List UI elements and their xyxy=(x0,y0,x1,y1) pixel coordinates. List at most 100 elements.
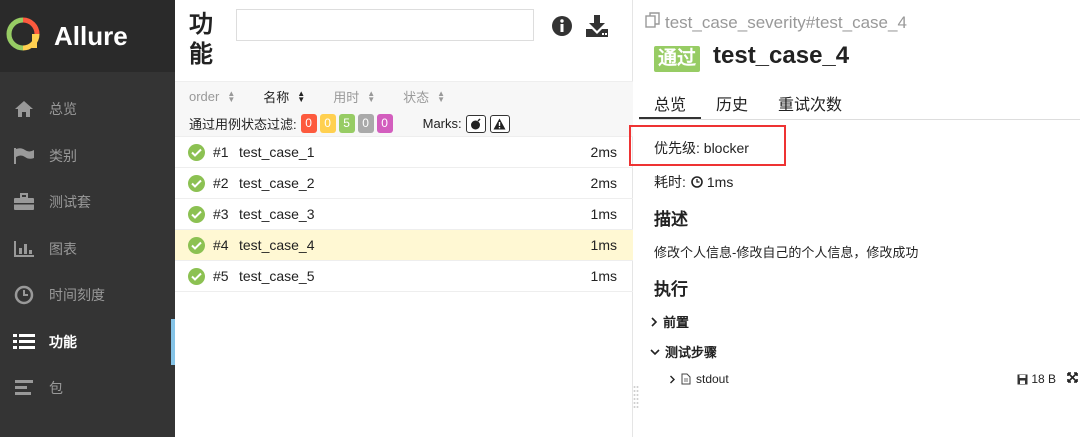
download-icon[interactable] xyxy=(585,14,609,43)
breadcrumb[interactable]: test_case_severity#test_case_4 xyxy=(645,12,907,33)
file-icon xyxy=(681,373,691,385)
marks-label: Marks: xyxy=(422,116,462,131)
passed-check-icon xyxy=(188,236,205,254)
copy-icon[interactable] xyxy=(645,12,661,33)
chevron-right-icon xyxy=(669,375,676,384)
info-icon[interactable] xyxy=(552,16,572,41)
bar-chart-icon xyxy=(12,239,36,259)
allure-logo-icon xyxy=(6,17,40,56)
row-number: #2 xyxy=(213,175,229,191)
row-name: test_case_1 xyxy=(239,144,315,160)
sidebar-item-behaviors[interactable]: 功能 xyxy=(0,318,175,366)
sort-arrows-icon: ▲ ▼ xyxy=(297,88,306,104)
chevron-down-icon xyxy=(650,348,660,356)
briefcase-icon xyxy=(12,192,36,212)
filter-broken-badge[interactable]: 0 xyxy=(319,114,336,133)
row-duration: 2ms xyxy=(590,175,617,191)
sidebar-item-label: 类别 xyxy=(49,147,77,164)
sidebar-item-suites[interactable]: 测试套 xyxy=(0,179,175,226)
sidebar-item-label: 包 xyxy=(49,380,63,397)
expand-icon[interactable] xyxy=(1067,372,1078,386)
search-input[interactable] xyxy=(236,9,534,41)
passed-check-icon xyxy=(188,174,205,192)
description-text: 修改个人信息-修改自己的个人信息，修改成功 xyxy=(654,245,919,260)
description-heading: 描述 xyxy=(654,210,688,229)
sidebar-item-categories[interactable]: 类别 xyxy=(0,133,175,180)
warning-icon xyxy=(493,118,506,129)
chevron-right-icon xyxy=(650,316,658,327)
sort-status-label: 状态 xyxy=(403,90,430,105)
list-icon xyxy=(12,332,36,352)
breadcrumb-text: test_case_severity#test_case_4 xyxy=(665,12,907,32)
sort-arrows-icon: ▲ ▼ xyxy=(367,88,376,104)
sort-order-label: order xyxy=(189,89,220,104)
row-name: test_case_4 xyxy=(239,237,315,253)
row-name: test_case_2 xyxy=(239,175,315,191)
sort-order[interactable]: order ▲ ▼ xyxy=(189,89,235,104)
severity-value: 优先级: blocker xyxy=(654,140,749,156)
setup-section-toggle[interactable]: 前置 xyxy=(650,312,689,331)
filter-failed-badge[interactable]: 0 xyxy=(300,114,317,133)
sort-duration[interactable]: 用时 ▲ ▼ xyxy=(333,87,375,106)
row-name: test_case_3 xyxy=(239,206,315,222)
flag-icon xyxy=(12,146,36,166)
sort-arrows-icon: ▲ ▼ xyxy=(437,88,446,104)
brand-name: Allure xyxy=(54,20,128,51)
sidebar-nav: 总览 类别 测试套 图表 时间刻度 功能 包 xyxy=(0,86,175,412)
brand[interactable]: Allure xyxy=(0,0,175,72)
home-icon xyxy=(12,99,36,119)
sidebar-item-graphs[interactable]: 图表 xyxy=(0,226,175,273)
row-name: test_case_5 xyxy=(239,268,315,284)
sidebar-item-label: 测试套 xyxy=(49,194,91,211)
row-number: #1 xyxy=(213,144,229,160)
sidebar-item-label: 功能 xyxy=(49,333,77,350)
row-duration: 1ms xyxy=(590,268,617,284)
clock-icon xyxy=(691,176,703,188)
sidebar: Allure 总览 类别 测试套 图表 时间刻度 功能 包 xyxy=(0,0,175,437)
sort-status[interactable]: 状态 ▲ ▼ xyxy=(403,87,445,106)
test-case-list: #1 test_case_1 2ms #2 test_case_2 2ms #3… xyxy=(175,137,633,292)
sort-name[interactable]: 名称 ▲ ▼ xyxy=(263,87,305,106)
save-icon xyxy=(1017,374,1028,385)
sidebar-item-label: 总览 xyxy=(49,101,77,118)
table-row[interactable]: #1 test_case_1 2ms xyxy=(175,137,633,168)
table-row[interactable]: #5 test_case_5 1ms xyxy=(175,261,633,292)
tab-overview[interactable]: 总览 xyxy=(639,82,702,119)
table-row[interactable]: #3 test_case_3 1ms xyxy=(175,199,633,230)
sidebar-item-overview[interactable]: 总览 xyxy=(0,86,175,133)
sort-bar: order ▲ ▼ 名称 ▲ ▼ 用时 ▲ ▼ 状态 ▲ ▼ xyxy=(175,81,633,111)
attachment-row[interactable]: stdout 18 B xyxy=(669,370,1080,388)
attachment-size: 18 B xyxy=(1017,372,1056,386)
sidebar-item-timeline[interactable]: 时间刻度 xyxy=(0,272,175,319)
row-duration: 1ms xyxy=(590,206,617,222)
tab-retries[interactable]: 重试次数 xyxy=(763,82,857,119)
filter-passed-badge[interactable]: 5 xyxy=(338,114,355,133)
sort-name-label: 名称 xyxy=(263,90,290,105)
new-failed-mark-button[interactable] xyxy=(489,114,510,133)
row-number: #5 xyxy=(213,268,229,284)
sort-arrows-icon: ▲ ▼ xyxy=(227,88,236,104)
detail-tabs: 总览 历史 重试次数 xyxy=(639,82,1080,120)
row-duration: 2ms xyxy=(590,144,617,160)
steps-section-toggle[interactable]: 测试步骤 xyxy=(650,342,717,361)
passed-check-icon xyxy=(188,143,205,161)
allure-report: Allure 总览 类别 测试套 图表 时间刻度 功能 包 功能 order ▲… xyxy=(0,0,1080,437)
flaky-mark-button[interactable] xyxy=(465,114,486,133)
sidebar-item-label: 图表 xyxy=(49,240,77,257)
tab-history[interactable]: 历史 xyxy=(701,82,763,119)
sidebar-item-label: 时间刻度 xyxy=(49,287,105,304)
attachment-size-value: 18 B xyxy=(1031,372,1056,386)
status-filter-bar: 通过用例状态过滤: 0 0 5 0 0 Marks: xyxy=(175,111,633,137)
table-row[interactable]: #2 test_case_2 2ms xyxy=(175,168,633,199)
row-duration: 1ms xyxy=(590,237,617,253)
duration-value: 1ms xyxy=(706,174,734,190)
status-badge: 通过 xyxy=(654,46,701,72)
filter-unknown-badge[interactable]: 0 xyxy=(376,114,393,133)
execution-heading: 执行 xyxy=(654,280,688,299)
setup-label: 前置 xyxy=(663,315,690,330)
table-row-selected[interactable]: #4 test_case_4 1ms xyxy=(175,230,633,261)
sort-duration-label: 用时 xyxy=(333,90,360,105)
sidebar-item-packages[interactable]: 包 xyxy=(0,365,175,412)
filter-skipped-badge[interactable]: 0 xyxy=(357,114,374,133)
duration-row: 耗时: 1ms xyxy=(654,172,733,192)
